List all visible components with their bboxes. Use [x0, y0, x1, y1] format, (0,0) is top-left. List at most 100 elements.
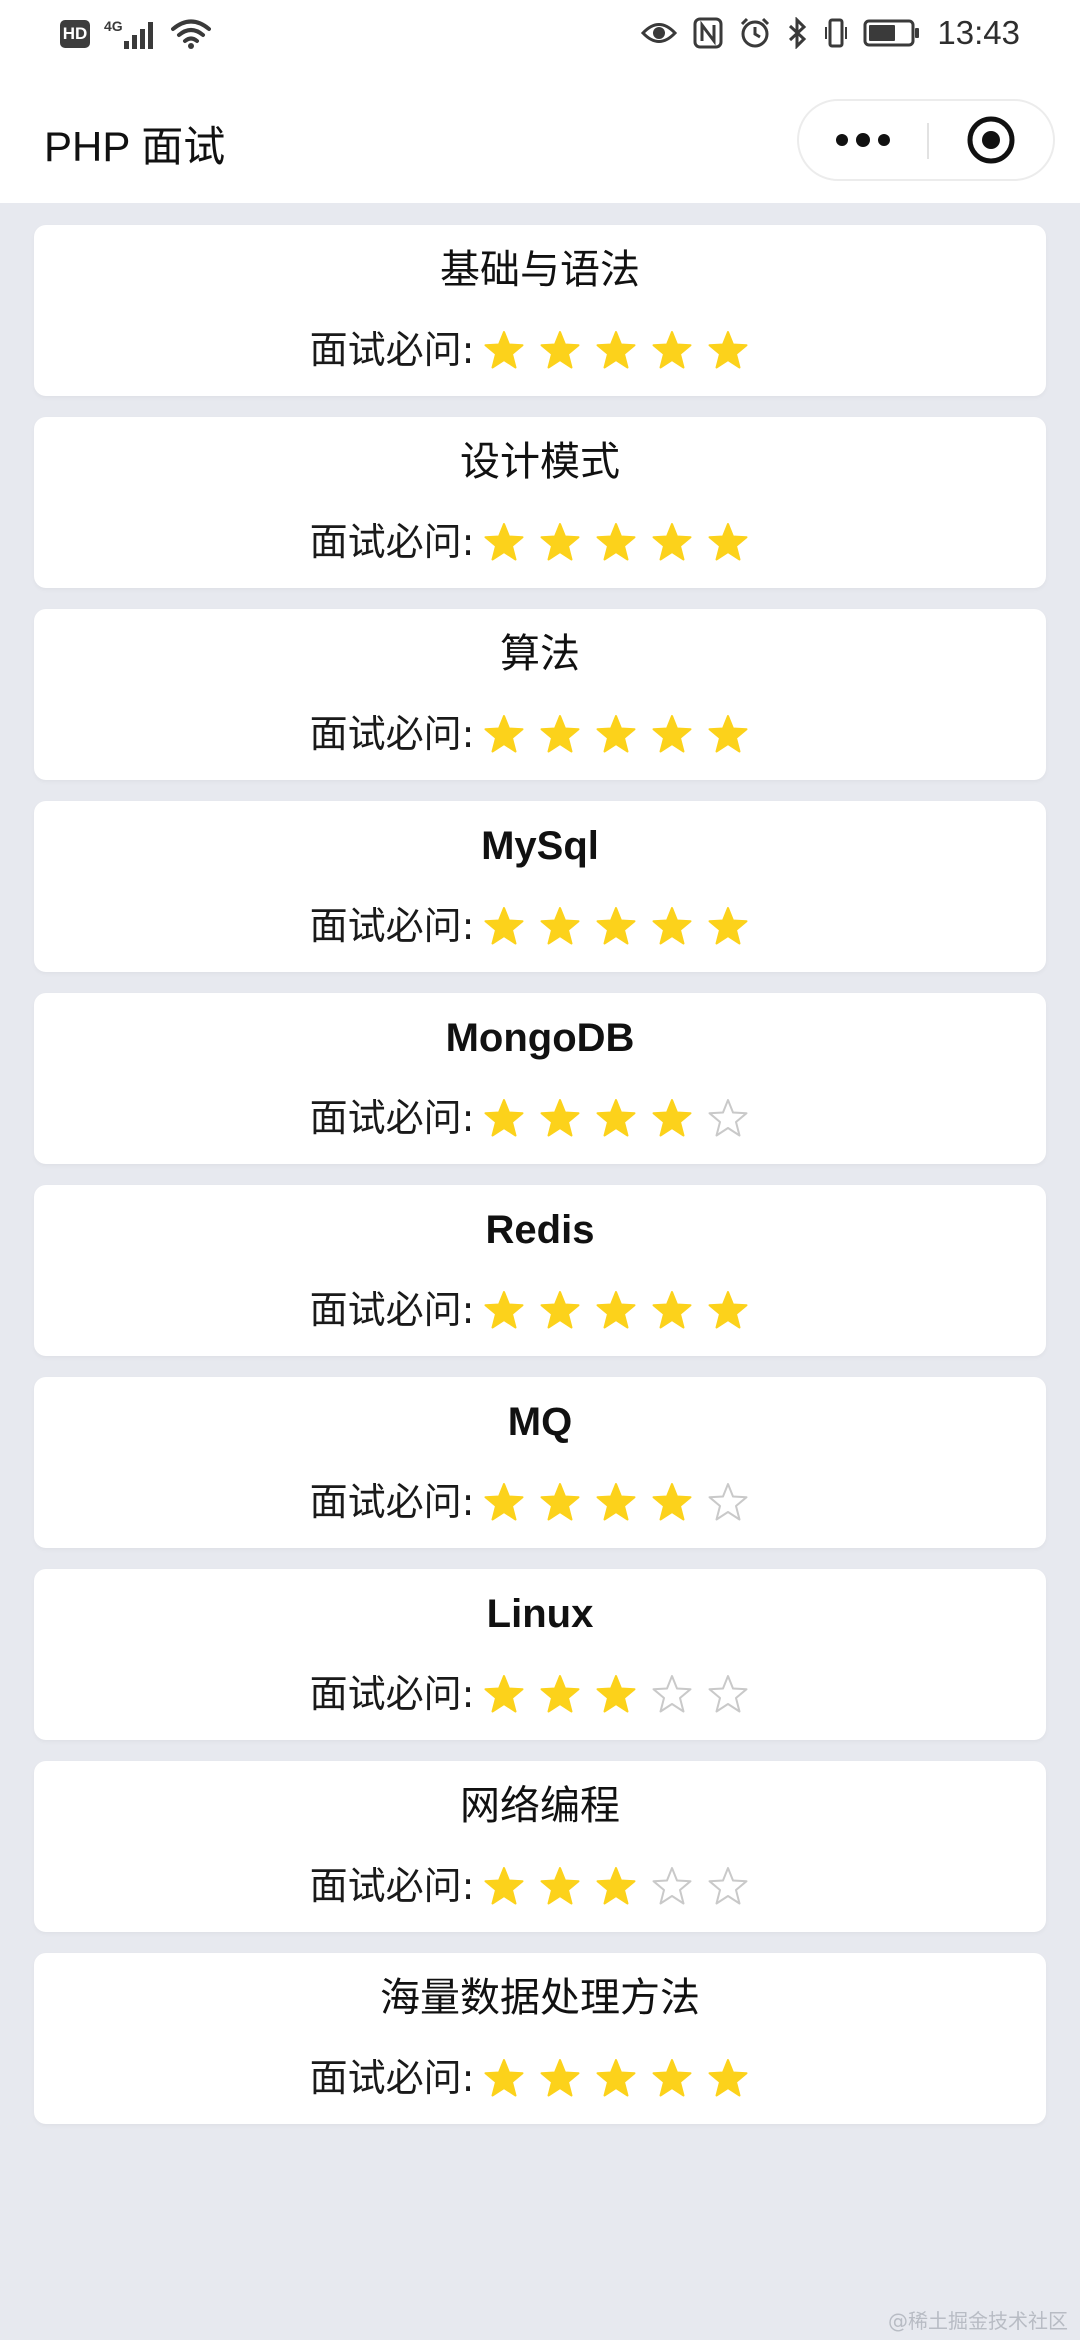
topic-title: 海量数据处理方法	[380, 1975, 700, 2021]
star-filled-icon	[708, 2059, 748, 2097]
hd-badge: HD	[60, 20, 90, 48]
topic-list: 基础与语法 面试必问: 设计模式 面试必问: 算法 面试必问: MySql 面试…	[34, 225, 1046, 2145]
star-filled-icon	[596, 1291, 636, 1329]
topic-title: Linux	[486, 1592, 594, 1636]
star-rating	[484, 714, 770, 754]
topic-card[interactable]: 基础与语法 面试必问:	[34, 225, 1046, 396]
battery-icon	[863, 19, 920, 47]
vibrate-icon	[825, 18, 848, 48]
star-filled-icon	[484, 1867, 524, 1905]
star-filled-icon	[708, 1291, 748, 1329]
rating-row: 面试必问:	[34, 1093, 1046, 1143]
star-filled-icon	[484, 1099, 524, 1137]
rating-label: 面试必问:	[309, 328, 475, 372]
star-filled-icon	[652, 1483, 692, 1521]
star-filled-icon	[540, 1483, 580, 1521]
alarm-icon	[741, 17, 770, 48]
star-empty-icon	[652, 1867, 692, 1905]
watermark: @稀土掘金技术社区	[888, 2309, 1068, 2333]
topic-card[interactable]: 算法 面试必问:	[34, 609, 1046, 780]
star-filled-icon	[596, 1483, 636, 1521]
rating-row: 面试必问:	[34, 1669, 1046, 1719]
mini-program-capsule	[797, 99, 1055, 181]
star-rating	[484, 1866, 770, 1906]
star-filled-icon	[484, 1291, 524, 1329]
star-filled-icon	[540, 1867, 580, 1905]
topic-title: 网络编程	[460, 1783, 620, 1829]
star-filled-icon	[484, 1675, 524, 1713]
more-button[interactable]	[799, 101, 927, 179]
star-filled-icon	[540, 1675, 580, 1713]
star-empty-icon	[708, 1867, 748, 1905]
topic-card[interactable]: Linux 面试必问:	[34, 1569, 1046, 1740]
topic-card[interactable]: 网络编程 面试必问:	[34, 1761, 1046, 1932]
star-filled-icon	[708, 523, 748, 561]
star-filled-icon	[652, 1099, 692, 1137]
star-filled-icon	[652, 715, 692, 753]
network-type: 4G	[104, 18, 123, 34]
topic-title: Redis	[485, 1208, 595, 1252]
nfc-icon	[693, 17, 723, 49]
rating-label: 面试必问:	[309, 2056, 475, 2100]
topic-title: MySql	[481, 824, 599, 868]
rating-row: 面试必问:	[34, 1477, 1046, 1527]
star-filled-icon	[484, 331, 524, 369]
status-right: 13:43	[641, 14, 1020, 52]
topic-card[interactable]: 海量数据处理方法 面试必问:	[34, 1953, 1046, 2124]
star-filled-icon	[596, 1675, 636, 1713]
star-filled-icon	[484, 1483, 524, 1521]
wifi-icon	[170, 19, 211, 49]
target-close-icon	[967, 116, 1015, 164]
rating-label: 面试必问:	[309, 1096, 475, 1140]
close-mini-program-button[interactable]	[929, 101, 1053, 179]
more-dots-icon	[836, 133, 890, 147]
status-bar: HD 4G 13:43	[0, 0, 1080, 75]
rating-label: 面试必问:	[309, 904, 475, 948]
topic-card[interactable]: 设计模式 面试必问:	[34, 417, 1046, 588]
star-rating	[484, 1482, 770, 1522]
star-filled-icon	[540, 907, 580, 945]
rating-label: 面试必问:	[309, 1288, 475, 1332]
star-filled-icon	[708, 715, 748, 753]
topic-card[interactable]: Redis 面试必问:	[34, 1185, 1046, 1356]
star-rating	[484, 522, 770, 562]
topic-title: 算法	[500, 631, 580, 677]
star-filled-icon	[652, 523, 692, 561]
star-filled-icon	[652, 907, 692, 945]
eye-icon	[641, 23, 678, 43]
rating-label: 面试必问:	[309, 712, 475, 756]
rating-row: 面试必问:	[34, 1285, 1046, 1335]
topic-card[interactable]: MySql 面试必问:	[34, 801, 1046, 972]
topic-title: 基础与语法	[440, 247, 640, 293]
rating-label: 面试必问:	[309, 1480, 475, 1524]
star-filled-icon	[596, 907, 636, 945]
rating-row: 面试必问:	[34, 517, 1046, 567]
star-filled-icon	[540, 331, 580, 369]
rating-label: 面试必问:	[309, 520, 475, 564]
star-filled-icon	[540, 715, 580, 753]
rating-row: 面试必问:	[34, 325, 1046, 375]
star-filled-icon	[596, 523, 636, 561]
star-filled-icon	[484, 715, 524, 753]
star-rating	[484, 1674, 770, 1714]
star-filled-icon	[540, 1099, 580, 1137]
star-rating	[484, 330, 770, 370]
star-empty-icon	[708, 1483, 748, 1521]
rating-label: 面试必问:	[309, 1672, 475, 1716]
star-empty-icon	[652, 1675, 692, 1713]
star-filled-icon	[596, 2059, 636, 2097]
topic-card[interactable]: MQ 面试必问:	[34, 1377, 1046, 1548]
star-filled-icon	[596, 1867, 636, 1905]
star-filled-icon	[484, 523, 524, 561]
star-rating	[484, 1098, 770, 1138]
topic-card[interactable]: MongoDB 面试必问:	[34, 993, 1046, 1164]
signal-icon	[123, 22, 153, 49]
topic-title: MongoDB	[445, 1016, 635, 1060]
rating-row: 面试必问:	[34, 901, 1046, 951]
star-empty-icon	[708, 1099, 748, 1137]
topic-title: MQ	[507, 1400, 573, 1444]
nav-bar: PHP 面试	[0, 75, 1080, 203]
status-left: HD 4G	[60, 18, 211, 50]
star-rating	[484, 906, 770, 946]
star-rating	[484, 1290, 770, 1330]
